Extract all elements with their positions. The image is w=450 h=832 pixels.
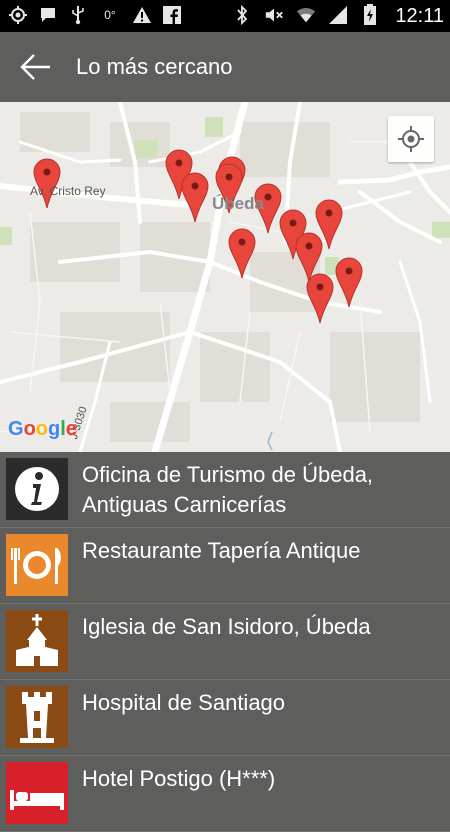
place-name: Hotel Postigo (H***) bbox=[82, 766, 276, 791]
my-location-icon bbox=[398, 126, 424, 152]
bed-icon bbox=[6, 762, 68, 824]
status-right-icons bbox=[232, 4, 380, 26]
status-bar: 0° 12:11 bbox=[0, 0, 450, 32]
list-item[interactable]: Iglesia de San Isidoro, Úbeda bbox=[0, 604, 450, 680]
list-item[interactable]: Hospital de Santiago bbox=[0, 680, 450, 756]
place-name: Oficina de Turismo de Úbeda, Antiguas Ca… bbox=[82, 462, 374, 517]
status-left-icons: 0° bbox=[8, 4, 182, 26]
restaurant-plate-icon bbox=[6, 534, 68, 596]
town-label: Úbeda bbox=[212, 194, 264, 213]
wifi-icon bbox=[296, 4, 316, 26]
place-name: Hospital de Santiago bbox=[82, 690, 286, 715]
map-view[interactable]: Av. Cristo Rey Úbeda J-3030 Google bbox=[0, 102, 450, 452]
place-name: Restaurante Tapería Antique bbox=[82, 538, 361, 563]
temperature-text: 0° bbox=[104, 8, 116, 22]
temperature-icon: 0° bbox=[98, 4, 122, 26]
place-name: Iglesia de San Isidoro, Úbeda bbox=[82, 614, 371, 639]
battery-charging-icon bbox=[360, 4, 380, 26]
tower-icon bbox=[6, 686, 68, 748]
arrow-back-icon[interactable] bbox=[18, 50, 54, 84]
bluetooth-icon bbox=[232, 4, 252, 26]
warning-icon bbox=[132, 4, 152, 26]
info-icon bbox=[6, 458, 68, 520]
gps-icon bbox=[8, 4, 28, 26]
facebook-icon bbox=[162, 4, 182, 26]
places-list: Oficina de Turismo de Úbeda, Antiguas Ca… bbox=[0, 452, 450, 832]
list-item[interactable]: Oficina de Turismo de Úbeda, Antiguas Ca… bbox=[0, 452, 450, 528]
my-location-button[interactable] bbox=[388, 116, 434, 162]
page-title: Lo más cercano bbox=[76, 54, 233, 79]
list-item[interactable]: Hotel Postigo (H***) bbox=[0, 756, 450, 832]
chat-bubble-icon bbox=[38, 4, 58, 26]
app-bar: Lo más cercano bbox=[0, 32, 450, 102]
signal-icon bbox=[328, 4, 348, 26]
usb-icon bbox=[68, 4, 88, 26]
clock: 12:11 bbox=[395, 5, 444, 27]
street-label: Av. Cristo Rey bbox=[30, 184, 106, 198]
list-item[interactable]: Restaurante Tapería Antique bbox=[0, 528, 450, 604]
google-attribution: Google bbox=[8, 418, 77, 440]
mute-icon bbox=[264, 4, 284, 26]
church-icon bbox=[6, 610, 68, 672]
map-streets bbox=[0, 102, 450, 452]
